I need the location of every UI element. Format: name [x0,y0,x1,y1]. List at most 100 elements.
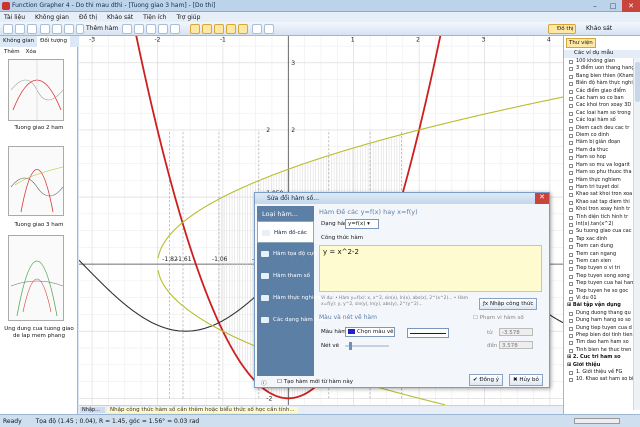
checkbox-icon[interactable] [569,334,573,339]
open-icon[interactable] [15,24,25,34]
scroll-thumb[interactable] [635,62,640,102]
checkbox-icon[interactable] [569,74,573,79]
redo-icon[interactable] [52,24,62,34]
checkbox-icon[interactable] [569,348,573,353]
library-item[interactable]: Hàm bị gián đoạn [564,139,634,146]
form-select[interactable]: y=f(x) ▾ [345,219,379,229]
checkbox-icon[interactable] [569,230,573,235]
checkbox-icon[interactable] [569,274,573,279]
checkbox-icon[interactable] [569,326,573,331]
library-item[interactable]: Tinh bien he thuc tren [564,347,634,354]
checkbox-icon[interactable] [569,267,573,272]
zoom-slider[interactable] [574,418,620,424]
function-tool-icon[interactable] [122,24,132,34]
menu-item-tien-ich[interactable]: Tiện ích [143,14,166,21]
library-item[interactable]: Dung tiep tuyen cua d [564,325,634,332]
cancel-button[interactable]: ✖ Hủy bỏ [509,374,543,386]
library-item[interactable]: Ham so phu thuoc tha [564,169,634,176]
library-item[interactable]: 10. Khao sat ham so bi [564,376,634,383]
zoom-icon[interactable] [76,24,84,34]
library-item[interactable]: Int(x).tan(x^2) [564,221,634,228]
library-item[interactable]: Khao sat tap diem thi [564,199,634,206]
menu-item-tro-giup[interactable]: Trợ giúp [176,14,200,21]
menu-item-khong-gian[interactable]: Không gian [35,14,69,21]
new-function-checkbox[interactable]: ☐ Tạo hàm mới từ hàm này [277,379,353,385]
circle-tool-icon[interactable] [170,24,180,34]
library-group[interactable]: ⊞ 2. Cuc tri ham so [564,354,634,361]
checkbox-icon[interactable] [569,97,573,102]
delete-space-button[interactable]: Xóa [26,49,37,55]
checkbox-icon[interactable] [569,289,573,294]
checkbox-icon[interactable] [569,119,573,124]
tool-f-icon[interactable] [252,24,262,34]
menu-item-tai-lieu[interactable]: Tài liệu [4,14,25,21]
library-item[interactable]: Hàm thực nghiem [564,177,634,184]
checkbox-icon[interactable] [569,104,573,109]
checkbox-icon[interactable] [569,60,573,64]
checkbox-icon[interactable] [569,111,573,116]
add-space-button[interactable]: Thêm [4,49,20,55]
library-item[interactable]: Ham da thuc [564,147,634,154]
tool-g-icon[interactable] [264,24,274,34]
input-button[interactable]: Nhập... [80,407,105,413]
line-style-preview[interactable] [407,328,449,338]
nav-item-empirical[interactable]: Hàm thực nghiệm [257,287,322,309]
library-item[interactable]: 3 điểm uon thang hang [564,65,634,72]
library-item[interactable]: Ham so mu va logarit [564,162,634,169]
line-tool-icon[interactable] [146,24,156,34]
tool-a-icon[interactable] [190,24,200,34]
library-item[interactable]: Tap xac dinh [564,236,634,243]
checkbox-icon[interactable] [569,252,573,257]
checkbox-icon[interactable] [569,341,573,346]
library-item[interactable]: Tiep tuyen o vi tri [564,265,634,272]
library-item[interactable]: Khoi tron xoay hinh tr [564,206,634,213]
add-function-button[interactable]: Thêm hàm [86,25,118,32]
checkbox-icon[interactable] [569,282,573,287]
library-item[interactable]: Tiep tuyen song song [564,273,634,280]
help-icon[interactable]: ⓘ [261,379,267,387]
checkbox-icon[interactable] [569,148,573,153]
library-item[interactable]: Tiem can xien [564,258,634,265]
thumbnail-graph[interactable] [8,235,64,321]
formula-input[interactable]: y = x^2-2 [319,245,542,292]
checkbox-icon[interactable] [569,215,573,220]
library-item[interactable]: Cac khoi tron xoay 3D [564,102,634,109]
library-item[interactable]: Biên độ hàm thực nghi [564,80,634,87]
survey-button[interactable]: Khảo sát [586,25,612,32]
maximize-icon[interactable]: □ [604,0,622,12]
checkbox-icon[interactable] [569,378,573,383]
color-select[interactable]: Chọn màu vẽ [345,327,395,337]
ok-button[interactable]: ✔ Đồng ý [469,374,503,386]
menu-item-khao-sat[interactable]: Khảo sát [107,14,133,21]
tool-e-icon[interactable] [238,24,248,34]
checkbox-icon[interactable] [569,237,573,242]
nav-item-cartesian[interactable]: Hàm đồ-các [257,221,314,243]
range-to-field[interactable]: 3.578 [499,341,533,349]
checkbox-icon[interactable] [569,245,573,250]
minimize-icon[interactable]: – [586,0,604,12]
nav-item-polar[interactable]: Hàm tọa độ cực [257,243,316,265]
point-tool-icon[interactable] [134,24,144,34]
library-item[interactable]: Tiem can ngang [564,251,634,258]
library-item[interactable]: 1. Giới thiệu về FG [564,369,634,376]
checkbox-icon[interactable] [569,82,573,87]
tab-doi-tuong[interactable]: Đối tượng [37,36,70,47]
library-item[interactable]: Ham tri tuyet doi [564,184,634,191]
library-item[interactable]: Diem cach deu cac tr [564,125,634,132]
library-item[interactable]: Các loại hàm số [564,117,634,124]
area-tool-icon[interactable] [158,24,168,34]
checkbox-icon[interactable] [569,163,573,168]
checkbox-icon[interactable] [569,171,573,176]
tool-d-icon[interactable] [226,24,236,34]
nav-item-templates[interactable]: Các dạng hàm mẫu [257,309,327,331]
checkbox-icon[interactable] [569,89,573,94]
library-item[interactable]: Tiem can dung [564,243,634,250]
range-from-field[interactable]: -3.578 [499,328,533,336]
library-item[interactable]: Tiep tuyen he so goc [564,288,634,295]
menu-item-do-thi[interactable]: Đồ thị [79,14,97,21]
checkbox-icon[interactable] [569,319,573,324]
library-item[interactable]: Tính diện tích hình tr [564,214,634,221]
checkbox-icon[interactable] [569,185,573,190]
checkbox-icon[interactable] [569,200,573,205]
insert-formula-button[interactable]: ƒx Nhập công thức [479,298,538,310]
